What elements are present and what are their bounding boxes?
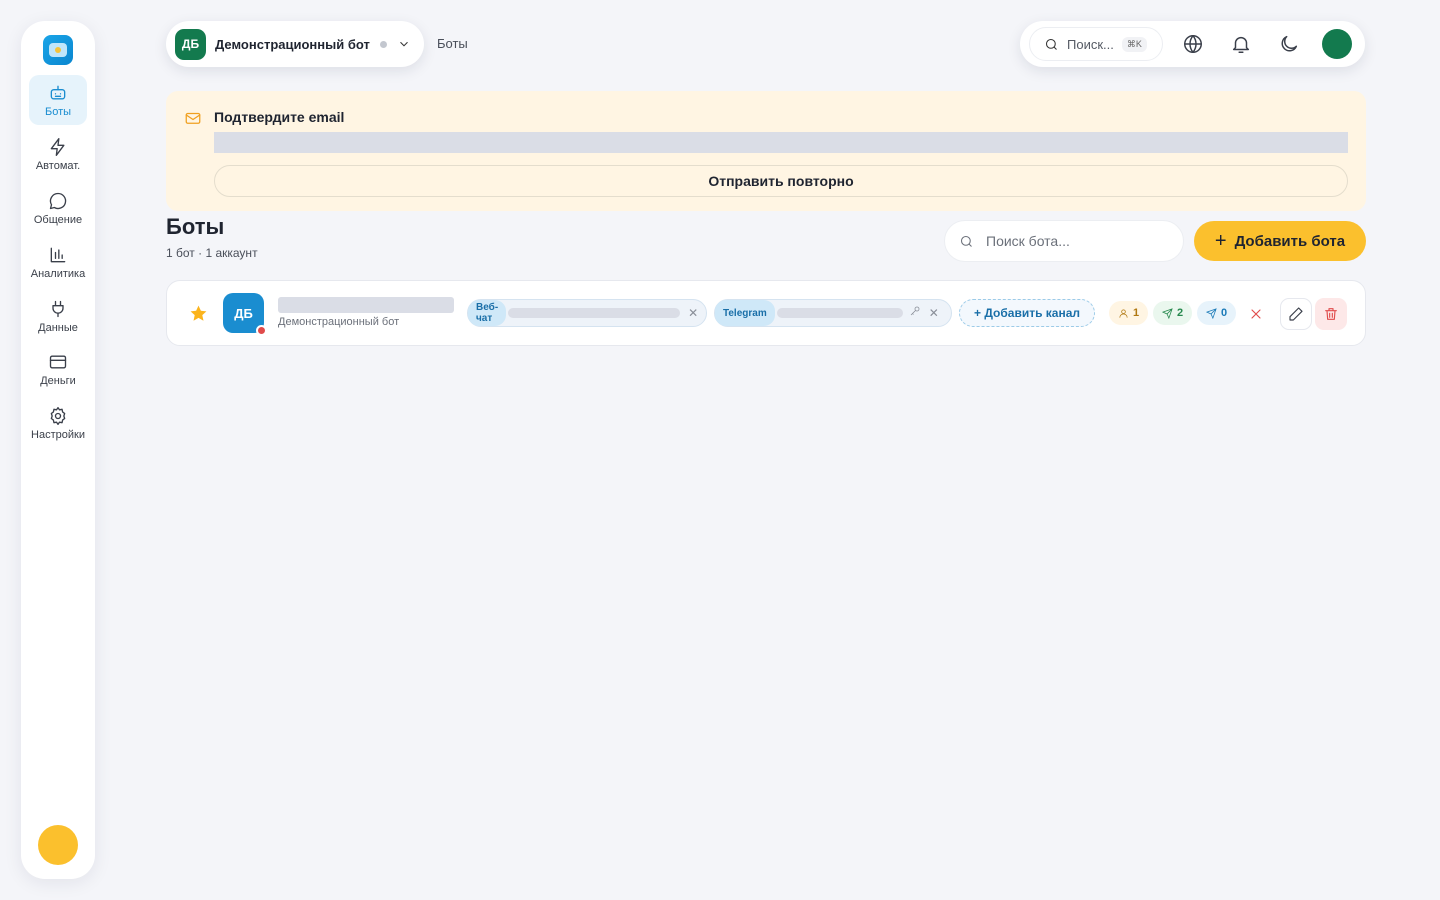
search-icon <box>960 235 972 247</box>
channel-label: Веб- чат <box>468 300 507 326</box>
user-avatar[interactable] <box>1322 29 1352 59</box>
close-icon <box>1251 309 1261 319</box>
bot-search-placeholder: Поиск бота... <box>986 233 1070 249</box>
search-icon <box>1045 38 1057 50</box>
bot-avatar: ДБ <box>223 293 267 336</box>
banner-title: Подтвердите email <box>214 109 345 125</box>
add-bot-label: Добавить бота <box>1234 232 1346 250</box>
sidebar-item-label: Боты <box>44 105 72 118</box>
sidebar-item-chat[interactable]: Общение <box>29 183 87 233</box>
mail-icon <box>184 109 202 127</box>
send-icon <box>1206 307 1217 319</box>
sent-count: 2 <box>1177 307 1184 319</box>
bell-icon <box>1232 36 1250 53</box>
search-placeholder: Поиск... <box>1067 36 1114 52</box>
chat-icon <box>49 192 67 209</box>
bot-name-placeholder <box>278 297 454 313</box>
user-icon <box>1119 308 1128 318</box>
users-count-badge: 1 <box>1109 301 1149 325</box>
bot-row[interactable]: ДБ Демонстрационный бот Веб- чат ✕ Teleg… <box>166 280 1366 346</box>
global-search[interactable]: Поиск... ⌘K <box>1029 27 1163 61</box>
sidebar-item-settings[interactable]: Настройки <box>29 398 87 448</box>
add-bot-button[interactable]: + Добавить бота <box>1194 221 1366 261</box>
sidebar-item-label: Аналитика <box>30 267 86 280</box>
plus-icon: + <box>1214 230 1227 252</box>
breadcrumb[interactable]: Боты <box>437 36 468 51</box>
status-indicator <box>256 325 267 336</box>
chart-icon <box>50 247 66 262</box>
email-confirm-banner: Подтвердите email Отправить повторно <box>166 91 1366 211</box>
language-button[interactable] <box>1182 33 1204 55</box>
card-icon <box>49 355 67 368</box>
users-count: 1 <box>1133 307 1140 319</box>
channel-label: Telegram <box>715 300 775 326</box>
edit-bot-button[interactable] <box>1280 298 1312 330</box>
send-icon <box>1162 307 1173 319</box>
pencil-icon <box>1289 307 1303 321</box>
key-icon[interactable] <box>903 304 921 322</box>
channel-chip-webchat[interactable]: Веб- чат ✕ <box>467 299 707 327</box>
trash-icon <box>1325 308 1337 320</box>
plug-icon <box>52 300 64 317</box>
channel-chip-telegram[interactable]: Telegram ✕ <box>714 299 952 327</box>
channel-token-placeholder <box>508 308 681 318</box>
notifications-button[interactable] <box>1230 33 1252 55</box>
bot-avatar: ДБ <box>175 28 206 60</box>
banner-text-placeholder <box>214 132 1348 153</box>
sidebar-item-money[interactable]: Деньги <box>29 344 87 394</box>
sidebar-item-label: Деньги <box>40 374 76 387</box>
bot-icon <box>50 85 66 99</box>
delete-bot-button[interactable] <box>1315 298 1347 330</box>
globe-icon <box>1184 35 1202 53</box>
theme-toggle[interactable] <box>1278 33 1300 55</box>
sidebar: Боты Автомат. Общение Аналитика Данные Д… <box>21 21 95 879</box>
assistant-button[interactable] <box>38 825 78 865</box>
bot-description: Демонстрационный бот <box>278 316 400 328</box>
disable-bot-button[interactable] <box>1240 298 1272 330</box>
bot-switcher-name: Демонстрационный бот <box>215 36 370 52</box>
top-toolbar: Поиск... ⌘K <box>1020 21 1365 67</box>
sent-count-badge: 2 <box>1153 301 1193 325</box>
page-subtitle: 1 бот · 1 аккаунт <box>166 246 258 260</box>
sidebar-item-automation[interactable]: Автомат. <box>29 129 87 179</box>
sidebar-item-label: Общение <box>33 213 83 226</box>
page-title: Боты <box>166 214 225 239</box>
chevron-down-icon <box>399 41 408 47</box>
star-icon[interactable] <box>189 304 208 323</box>
search-shortcut: ⌘K <box>1121 36 1147 52</box>
received-count-badge: 0 <box>1197 301 1237 325</box>
moon-icon <box>1281 35 1298 52</box>
sidebar-item-label: Настройки <box>31 428 85 441</box>
bot-initials: ДБ <box>234 305 253 321</box>
app-logo[interactable] <box>43 35 73 65</box>
add-channel-button[interactable]: + Добавить канал <box>959 299 1095 327</box>
close-icon[interactable]: ✕ <box>929 306 939 320</box>
sidebar-item-label: Данные <box>38 321 78 334</box>
sidebar-item-label: Автомат. <box>35 159 81 172</box>
lightning-icon <box>50 137 65 156</box>
sidebar-item-bots[interactable]: Боты <box>29 75 87 125</box>
resend-button[interactable]: Отправить повторно <box>214 165 1348 197</box>
gear-icon <box>50 406 66 425</box>
sidebar-item-analytics[interactable]: Аналитика <box>29 237 87 287</box>
bot-switcher[interactable]: ДБ Демонстрационный бот <box>166 21 424 67</box>
sidebar-item-data[interactable]: Данные <box>29 291 87 341</box>
bot-status-dot <box>379 40 387 48</box>
bot-search-input[interactable]: Поиск бота... <box>944 220 1184 262</box>
close-icon[interactable]: ✕ <box>688 306 698 320</box>
received-count: 0 <box>1221 307 1228 319</box>
channel-token-placeholder <box>776 308 903 318</box>
